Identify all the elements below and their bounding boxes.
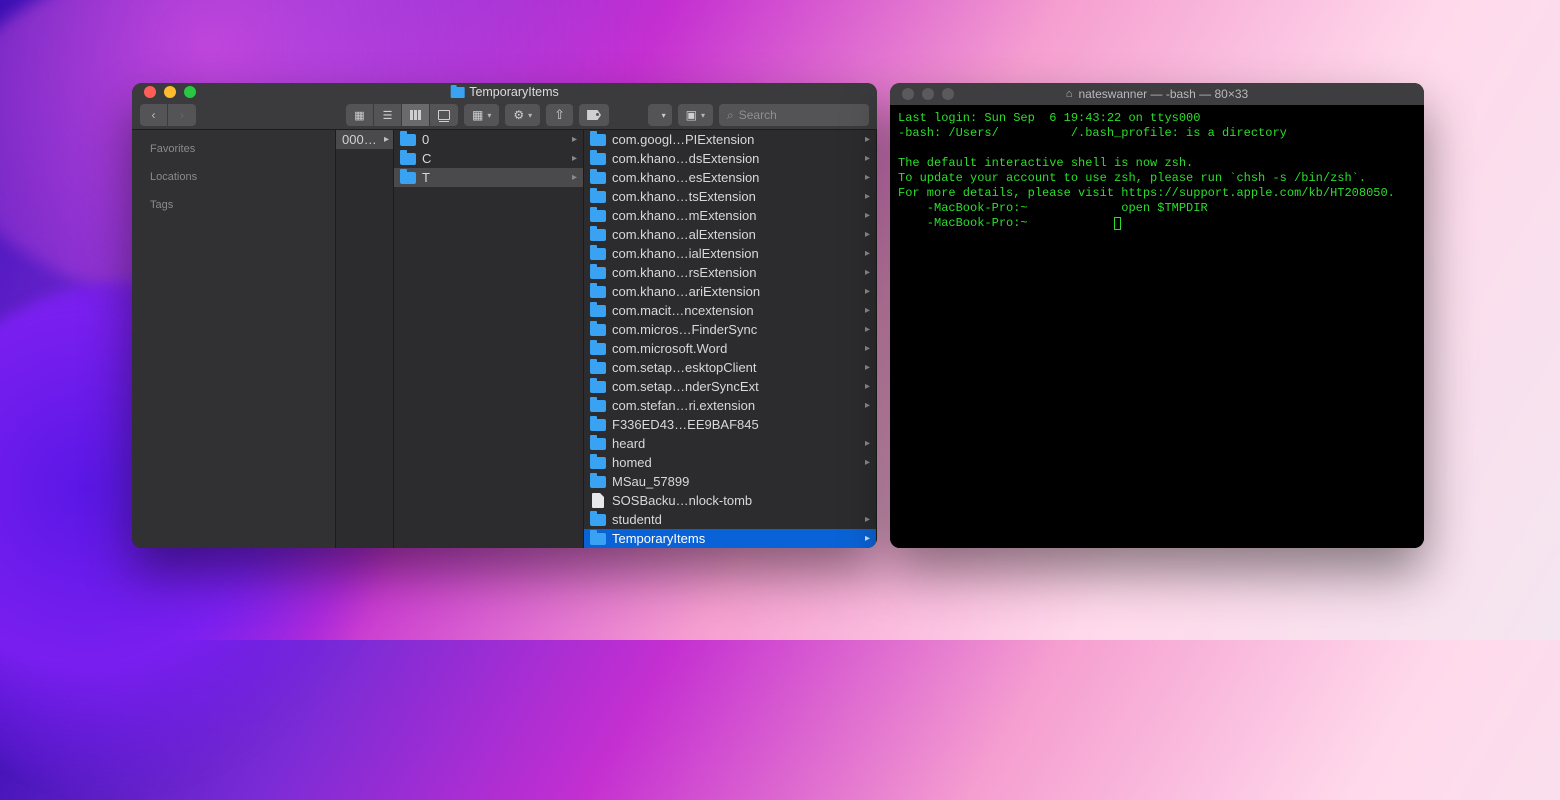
sidebar-heading-tags[interactable]: Tags [132,194,335,216]
column-row[interactable]: com.microsoft.Word▸ [584,339,876,358]
nav-group: ‹ › [140,104,196,126]
sidebar-heading-locations[interactable]: Locations [132,166,335,188]
folder-icon [590,305,606,317]
search-placeholder: Search [739,108,777,122]
window-title: TemporaryItems [469,85,559,99]
close-button[interactable] [144,86,156,98]
column-row[interactable]: com.khano…esExtension▸ [584,168,876,187]
column-row[interactable]: 0▸ [394,130,583,149]
view-switcher[interactable]: ▦ ☰ [346,104,458,126]
folder-icon [590,248,606,260]
folder-icon [590,514,606,526]
column-row[interactable]: homed▸ [584,453,876,472]
column-row[interactable]: com.stefan…ri.extension▸ [584,396,876,415]
traffic-lights [144,86,196,98]
finder-titlebar[interactable]: TemporaryItems [132,83,877,101]
close-button[interactable] [902,88,914,100]
folder-icon [400,172,416,184]
search-input[interactable]: ⌕ Search [719,104,869,126]
folder-icon [590,134,606,146]
column-row[interactable]: studentd▸ [584,510,876,529]
folder-icon [590,362,606,374]
traffic-lights [902,88,954,100]
gallery-view-button[interactable] [430,104,458,126]
folder-icon [590,343,606,355]
action-menu-button[interactable]: ▾ [505,104,540,126]
folder-icon [590,476,606,488]
path-dropdown[interactable]: ▾ [648,104,672,126]
back-button[interactable]: ‹ [140,104,168,126]
folder-icon [590,229,606,241]
column-row[interactable]: C▸ [394,149,583,168]
column-row[interactable]: F336ED43…EE9BAF845 [584,415,876,434]
column-row[interactable]: com.khano…tsExtension▸ [584,187,876,206]
file-icon [592,493,604,508]
terminal-window[interactable]: ⌂ nateswanner — -bash — 80×33 Last login… [890,83,1424,548]
folder-icon [590,210,606,222]
column-row[interactable]: com.khano…rsExtension▸ [584,263,876,282]
column-row[interactable]: TemporaryItems▸ [584,529,876,548]
terminal-title: nateswanner — -bash — 80×33 [1078,87,1248,101]
folder-icon [590,267,606,279]
folder-icon [590,172,606,184]
search-icon: ⌕ [727,108,734,123]
sidebar-heading-favorites[interactable]: Favorites [132,138,335,160]
column-row[interactable]: com.macit…ncextension▸ [584,301,876,320]
maximize-button[interactable] [942,88,954,100]
folder-icon [590,381,606,393]
column-row[interactable]: com.micros…FinderSync▸ [584,320,876,339]
home-icon: ⌂ [1066,88,1073,100]
folder-icon [590,400,606,412]
folder-icon [590,533,606,545]
column-1[interactable]: 0▸C▸T▸ [394,130,584,548]
finder-toolbar: ‹ › ▦ ☰ ▦▾ ▾ ▾ ▣▾ ⌕ Search [132,101,877,130]
folder-icon [400,134,416,146]
minimize-button[interactable] [164,86,176,98]
share-button[interactable] [546,104,573,126]
folder-icon [400,153,416,165]
column-row[interactable]: heard▸ [584,434,876,453]
column-row[interactable]: com.khano…ariExtension▸ [584,282,876,301]
folder-icon [590,419,606,431]
folder-icon [590,153,606,165]
column-row[interactable]: com.khano…alExtension▸ [584,225,876,244]
folder-icon [590,438,606,450]
window-title-group: TemporaryItems [450,85,559,99]
tags-button[interactable] [579,104,609,126]
forward-button[interactable]: › [168,104,196,126]
folder-icon [590,191,606,203]
column-row[interactable]: com.khano…dsExtension▸ [584,149,876,168]
list-view-button[interactable]: ☰ [374,104,402,126]
column-2[interactable]: com.googl…PIExtension▸com.khano…dsExtens… [584,130,877,548]
column-row[interactable]: SOSBacku…nlock-tomb [584,491,876,510]
finder-body: Favorites Locations Tags 000gn▸ 0▸C▸T▸ c… [132,130,877,548]
column-row[interactable]: com.setap…nderSyncExt▸ [584,377,876,396]
terminal-titlebar[interactable]: ⌂ nateswanner — -bash — 80×33 [890,83,1424,105]
terminal-output[interactable]: Last login: Sun Sep 6 19:43:22 on ttys00… [890,105,1424,548]
folder-icon [590,324,606,336]
column-0[interactable]: 000gn▸ [336,130,394,548]
column-row[interactable]: com.khano…ialExtension▸ [584,244,876,263]
column-view-button[interactable] [402,104,430,126]
column-row[interactable]: MSau_57899 [584,472,876,491]
column-row[interactable]: T▸ [394,168,583,187]
group-by-button[interactable]: ▦▾ [464,104,499,126]
icon-view-button[interactable]: ▦ [346,104,374,126]
terminal-title-group: ⌂ nateswanner — -bash — 80×33 [1066,87,1248,101]
finder-columns: 000gn▸ 0▸C▸T▸ com.googl…PIExtension▸com.… [336,130,877,548]
finder-sidebar[interactable]: Favorites Locations Tags [132,130,336,548]
recent-dropdown[interactable]: ▣▾ [678,104,713,126]
maximize-button[interactable] [184,86,196,98]
column-row[interactable]: com.khano…mExtension▸ [584,206,876,225]
folder-icon [590,457,606,469]
column-row[interactable]: com.setap…esktopClient▸ [584,358,876,377]
folder-icon [450,87,464,98]
column-row[interactable]: com.googl…PIExtension▸ [584,130,876,149]
column-row[interactable]: 000gn▸ [336,130,393,149]
finder-window[interactable]: TemporaryItems ‹ › ▦ ☰ ▦▾ ▾ ▾ ▣▾ ⌕ Searc… [132,83,877,548]
folder-icon [590,286,606,298]
minimize-button[interactable] [922,88,934,100]
